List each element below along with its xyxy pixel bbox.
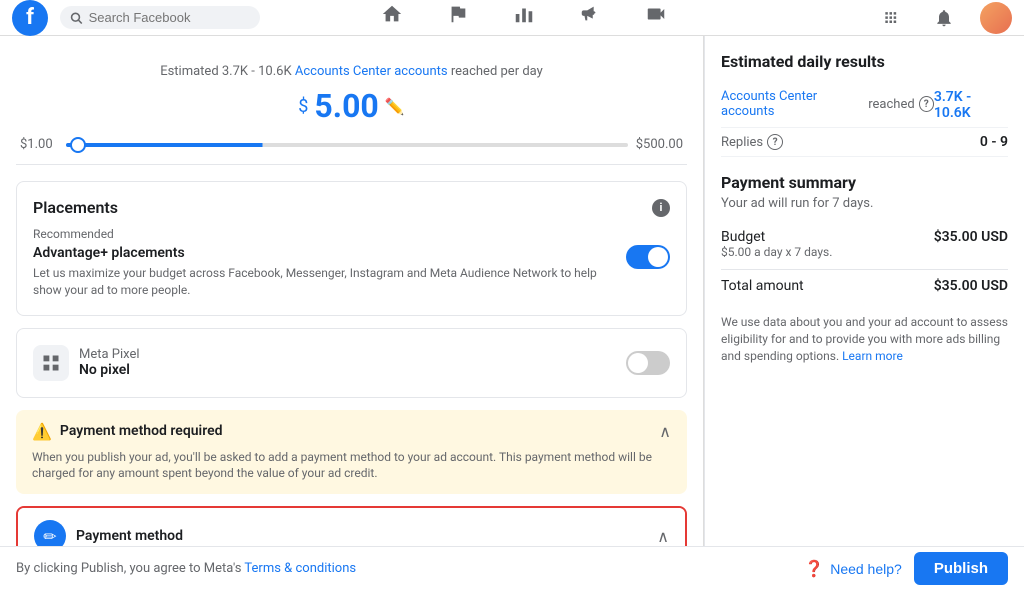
footer-bar: By clicking Publish, you agree to Meta's… <box>0 546 1024 590</box>
pixel-value: No pixel <box>79 362 616 378</box>
facebook-logo[interactable]: f <box>12 0 48 36</box>
advantage-placements-label: Advantage+ placements <box>33 245 614 261</box>
replies-info-icon[interactable]: ? <box>767 134 783 150</box>
replies-row: Replies ? 0 - 9 <box>721 128 1008 157</box>
accounts-info-icon[interactable]: ? <box>919 96 934 112</box>
need-help-button[interactable]: ❓ Need help? <box>804 559 902 579</box>
pixel-icon-box <box>33 345 69 381</box>
recommended-badge: Recommended <box>33 227 670 241</box>
budget-summary-row: Budget $5.00 a day x 7 days. $35.00 USD <box>721 223 1008 265</box>
nav-video[interactable] <box>625 0 687 38</box>
nav-chart[interactable] <box>493 0 555 38</box>
estimated-results-title: Estimated daily results <box>721 52 1008 71</box>
pixel-name: Meta Pixel <box>79 347 616 362</box>
footer-terms: By clicking Publish, you agree to Meta's… <box>16 561 356 576</box>
publish-button[interactable]: Publish <box>914 552 1008 585</box>
placements-info-icon[interactable]: i <box>652 199 670 217</box>
edit-budget-icon[interactable]: ✏️ <box>385 97 405 116</box>
accounts-reached-value: 3.7K - 10.6K <box>934 89 1008 121</box>
main-wrapper: Estimated 3.7K - 10.6K Accounts Center a… <box>0 36 1024 590</box>
payment-method-collapse-icon[interactable]: ∧ <box>657 527 669 546</box>
placements-header: Placements i <box>33 198 670 217</box>
pixel-toggle[interactable] <box>626 351 670 375</box>
fine-print-learn-more[interactable]: Learn more <box>842 349 903 363</box>
budget-slider[interactable] <box>66 143 628 147</box>
nav-home[interactable] <box>361 0 423 38</box>
question-circle-icon: ❓ <box>804 559 824 579</box>
accounts-reached-row: Accounts Center accounts reached ? 3.7K … <box>721 83 1008 128</box>
accounts-center-link[interactable]: Accounts Center accounts <box>295 64 448 79</box>
payment-summary-title: Payment summary <box>721 173 1008 192</box>
payment-summary-section: Payment summary Your ad will run for 7 d… <box>721 173 1008 364</box>
pixel-row: Meta Pixel No pixel <box>33 345 670 381</box>
total-amount-label: Total amount <box>721 278 804 294</box>
nav-flag[interactable] <box>427 0 489 38</box>
estimated-reach-text: Estimated 3.7K - 10.6K Accounts Center a… <box>16 64 687 79</box>
accounts-center-result-link[interactable]: Accounts Center accounts <box>721 89 864 119</box>
budget-summary-value: $35.00 USD <box>934 229 1008 259</box>
left-panel: Estimated 3.7K - 10.6K Accounts Center a… <box>0 36 704 590</box>
warning-icon: ⚠️ <box>32 422 52 441</box>
placements-title: Placements <box>33 198 118 217</box>
avatar[interactable] <box>980 2 1012 34</box>
budget-summary-label: Budget $5.00 a day x 7 days. <box>721 229 832 259</box>
top-navigation: f <box>0 0 1024 36</box>
total-amount-value: $35.00 USD <box>934 278 1008 294</box>
search-bar[interactable] <box>60 6 260 29</box>
payment-summary-desc: Your ad will run for 7 days. <box>721 196 1008 211</box>
placements-toggle-desc: Let us maximize your budget across Faceb… <box>33 265 614 299</box>
right-panel: Estimated daily results Accounts Center … <box>704 36 1024 590</box>
placements-toggle-row: Advantage+ placements Let us maximize yo… <box>33 245 670 299</box>
warning-header: ⚠️ Payment method required ∧ <box>32 422 671 441</box>
placements-toggle-content: Advantage+ placements Let us maximize yo… <box>33 245 614 299</box>
grid-icon[interactable] <box>876 2 908 34</box>
budget-slider-row: $1.00 $500.00 <box>16 137 687 152</box>
bell-icon[interactable] <box>928 2 960 34</box>
warning-collapse-icon[interactable]: ∧ <box>659 422 671 441</box>
replies-label: Replies ? <box>721 134 783 150</box>
fine-print: We use data about you and your ad accoun… <box>721 314 1008 364</box>
budget-amount-display: $ 5.00 ✏️ <box>16 87 687 125</box>
search-icon <box>70 11 83 25</box>
search-input[interactable] <box>89 10 250 25</box>
pixel-info: Meta Pixel No pixel <box>79 347 616 378</box>
warning-title-row: ⚠️ Payment method required <box>32 422 223 441</box>
payment-method-title: Payment method <box>76 528 183 544</box>
payment-required-desc: When you publish your ad, you'll be aske… <box>32 449 671 483</box>
footer-right: ❓ Need help? Publish <box>804 552 1008 585</box>
right-nav-icons <box>876 2 1012 34</box>
total-amount-row: Total amount $35.00 USD <box>721 269 1008 302</box>
nav-megaphone[interactable] <box>559 0 621 38</box>
main-nav <box>361 0 687 38</box>
budget-section: Estimated 3.7K - 10.6K Accounts Center a… <box>16 52 687 165</box>
payment-required-title: Payment method required <box>60 423 223 439</box>
meta-pixel-card: Meta Pixel No pixel <box>16 328 687 398</box>
placements-card: Placements i Recommended Advantage+ plac… <box>16 181 687 316</box>
placements-toggle[interactable] <box>626 245 670 269</box>
replies-value: 0 - 9 <box>980 134 1008 150</box>
payment-warning-card: ⚠️ Payment method required ∧ When you pu… <box>16 410 687 495</box>
accounts-reached-label: Accounts Center accounts reached ? <box>721 89 934 119</box>
terms-link[interactable]: Terms & conditions <box>244 561 356 576</box>
